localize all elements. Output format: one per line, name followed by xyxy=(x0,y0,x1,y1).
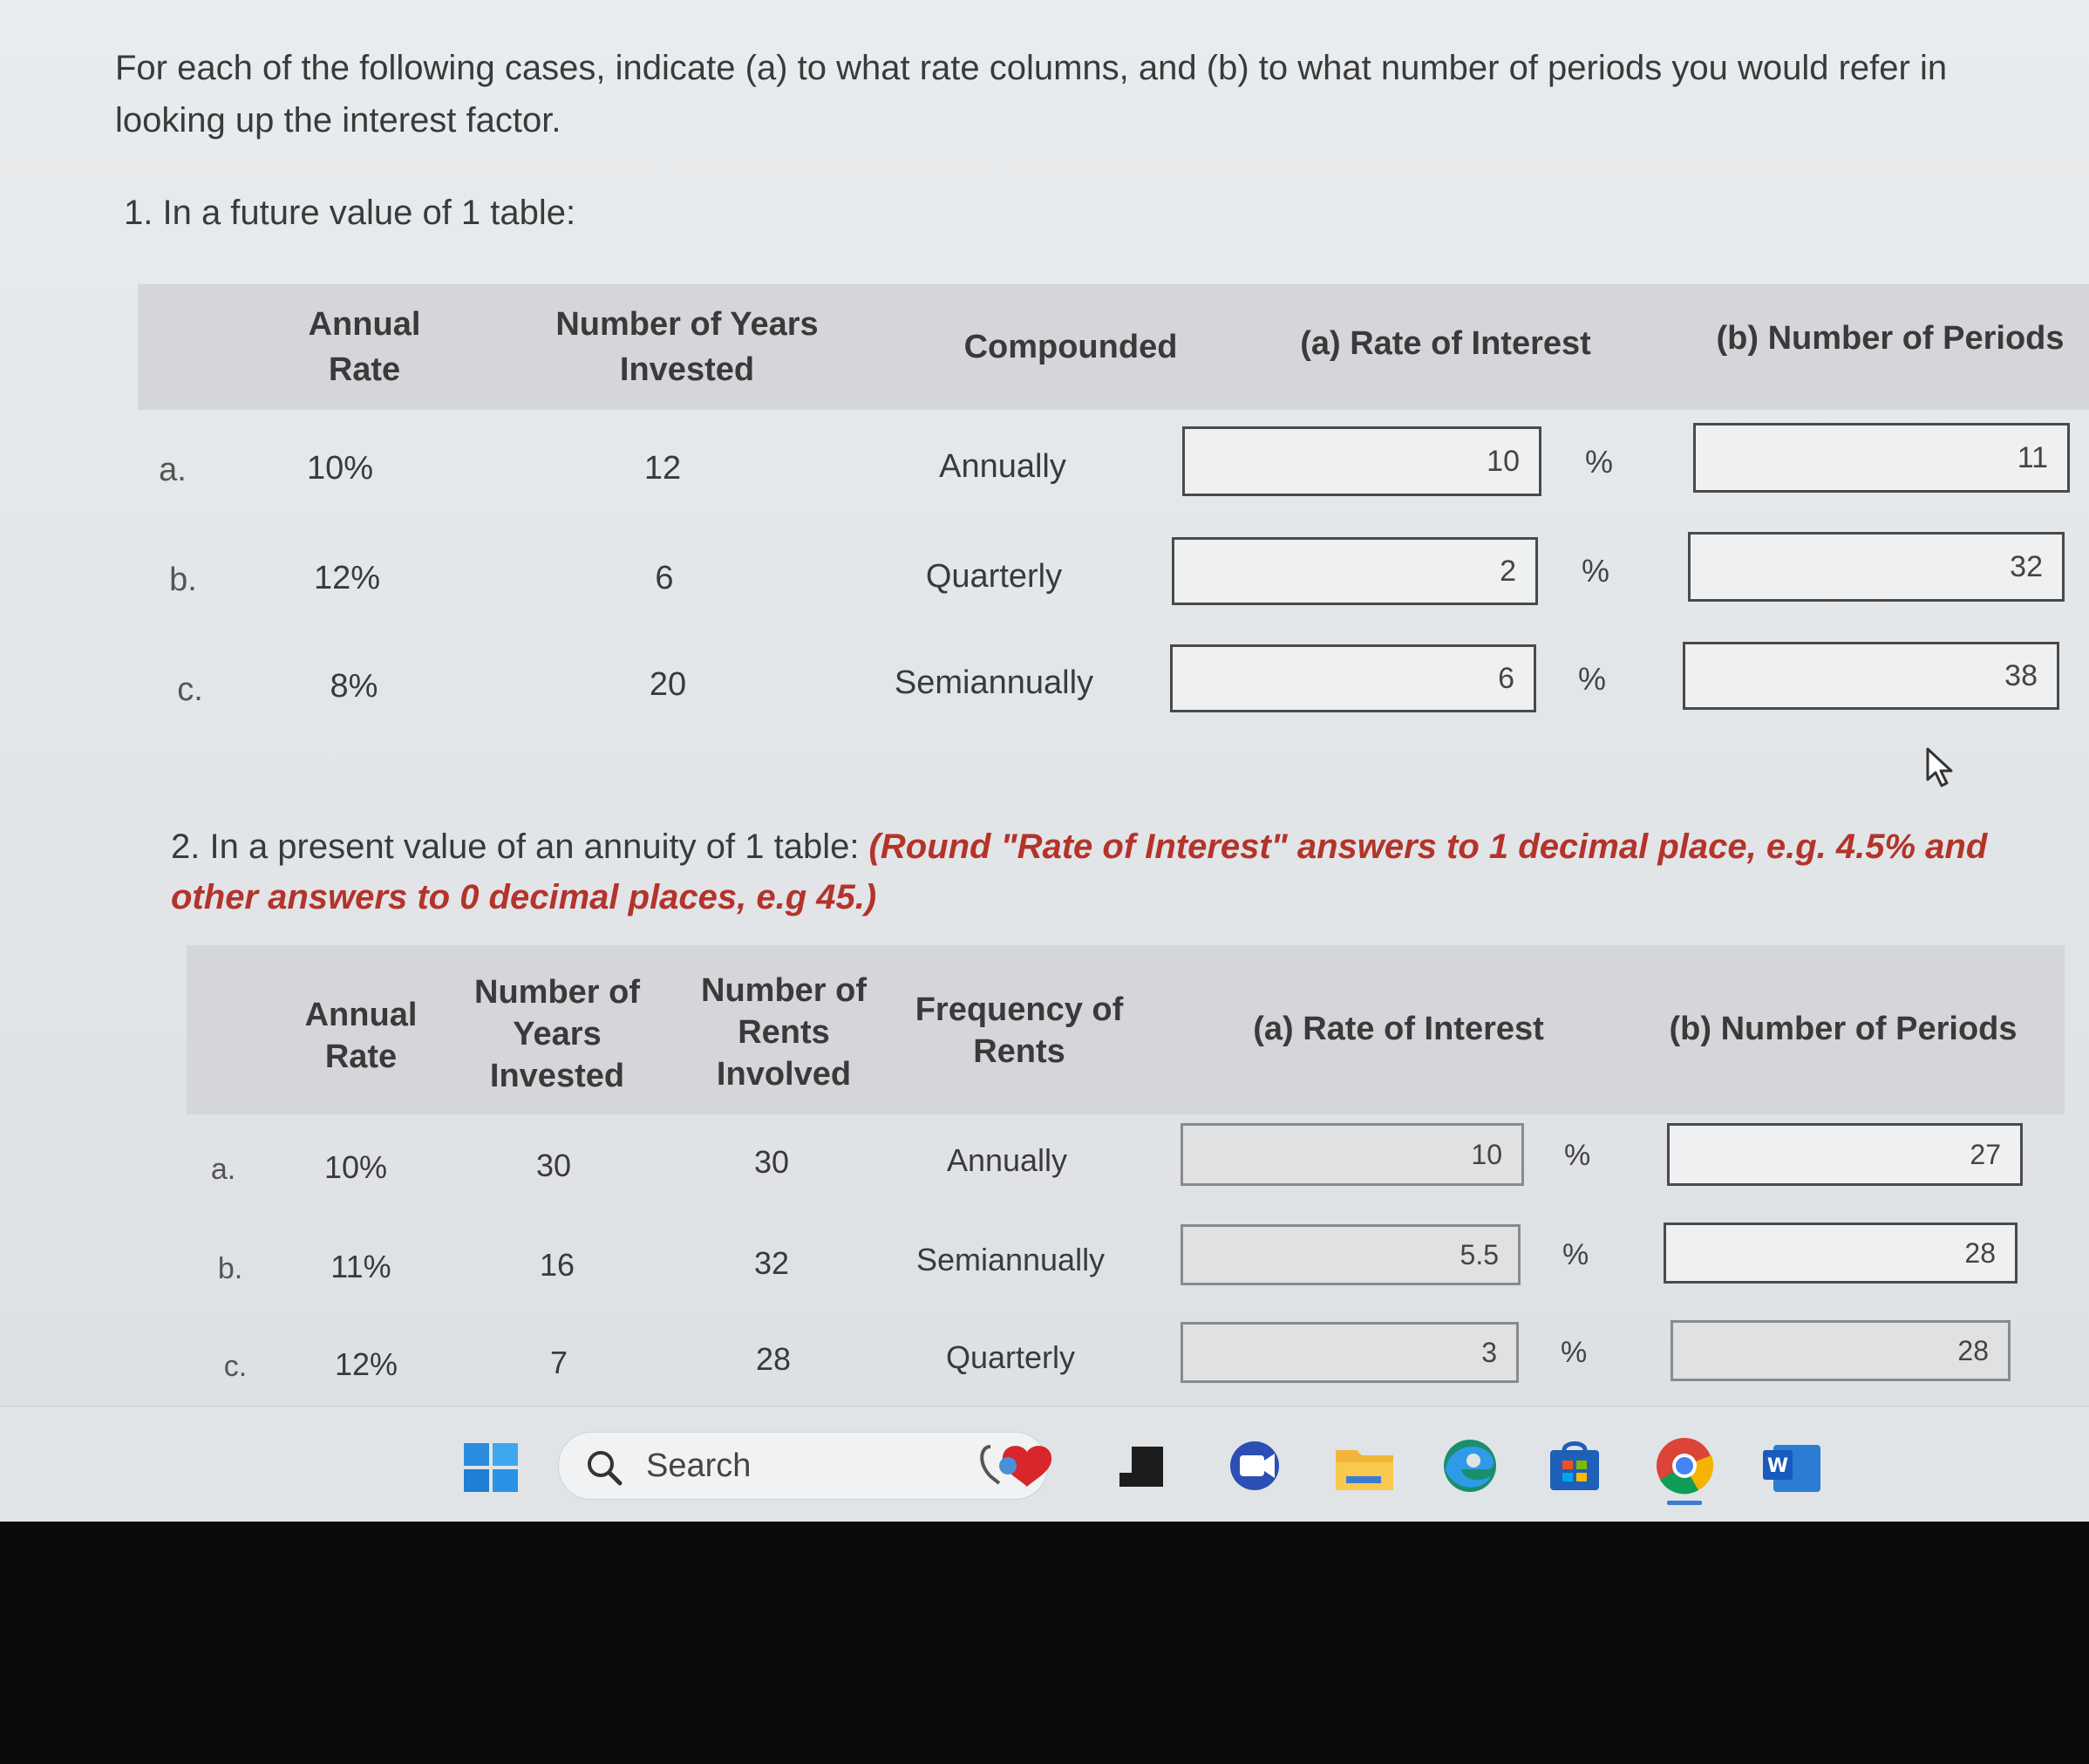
part2-title-text: 2. In a present value of an annuity of 1… xyxy=(171,828,869,866)
part1-table-header: Annual Rate Number of Years Invested Com… xyxy=(138,284,2089,410)
mouse-cursor-icon xyxy=(1926,747,1953,787)
header-annual-rate-line2: Rate xyxy=(328,351,401,388)
header2-years-line1: Number of xyxy=(474,974,640,1011)
number-of-periods2-input-c[interactable]: 28 xyxy=(1671,1320,2011,1381)
edge-icon[interactable] xyxy=(1439,1436,1501,1495)
store-icon[interactable] xyxy=(1547,1441,1602,1494)
percent-sign-b: % xyxy=(1582,553,1610,589)
header2-annual-rate-line2: Rate xyxy=(324,1039,398,1075)
screen: For each of the following cases, indicat… xyxy=(0,0,2089,1522)
header2-frequency-line1: Frequency of xyxy=(915,991,1124,1028)
rents2-c: 28 xyxy=(755,1341,792,1377)
percent-sign-a: % xyxy=(1585,444,1614,480)
search-label: Search xyxy=(646,1447,752,1484)
header-annual-rate: Annual Rate xyxy=(242,302,487,392)
compounded-c: Semiannually xyxy=(894,664,1094,701)
part2-title: 2. In a present value of an annuity of 1… xyxy=(171,821,2072,923)
frequency2-a: Annually xyxy=(946,1142,1068,1178)
years-a: 12 xyxy=(643,450,682,487)
years2-c: 7 xyxy=(549,1345,568,1380)
number-of-periods-input-c[interactable]: 38 xyxy=(1683,642,2059,710)
row2-label-c: c. xyxy=(223,1350,248,1383)
terminal-icon[interactable] xyxy=(1118,1445,1165,1488)
percent-sign2-a: % xyxy=(1564,1139,1591,1172)
rate-of-interest-input-c[interactable]: 6 xyxy=(1170,644,1536,712)
annual-rate2-b: 11% xyxy=(330,1249,391,1284)
header2-rents-line3: Involved xyxy=(716,1056,852,1093)
header-years-line2: Invested xyxy=(619,351,755,388)
instructions-text: For each of the following cases, indicat… xyxy=(115,49,1948,140)
annual-rate2-a: 10% xyxy=(323,1149,388,1185)
annual-rate-b: 12% xyxy=(313,560,381,596)
part1-title: 1. In a future value of 1 table: xyxy=(124,194,576,232)
header2-years: Number of Years Invested xyxy=(448,971,666,1097)
header-number-of-periods: (b) Number of Periods xyxy=(1716,320,2065,357)
header2-rents-line2: Rents xyxy=(738,1014,830,1051)
widgets-icon[interactable] xyxy=(973,1438,1069,1494)
chrome-icon[interactable] xyxy=(1653,1436,1716,1508)
search-icon xyxy=(588,1451,623,1486)
word-icon[interactable]: W xyxy=(1761,1441,1822,1495)
rents2-a: 30 xyxy=(753,1144,790,1180)
header2-annual-rate-line1: Annual xyxy=(304,997,418,1033)
years-b: 6 xyxy=(655,560,674,596)
years2-b: 16 xyxy=(539,1247,575,1283)
compounded-b: Quarterly xyxy=(925,558,1063,595)
windows-start-icon[interactable] xyxy=(462,1441,520,1494)
row-label-c: c. xyxy=(177,671,203,708)
taskbar: Search W xyxy=(0,1406,2089,1522)
header-rate-of-interest: (a) Rate of Interest xyxy=(1300,325,1591,362)
header-years-line1: Number of Years xyxy=(555,306,819,343)
frequency2-b: Semiannually xyxy=(915,1242,1106,1277)
rate-of-interest2-input-c[interactable]: 3 xyxy=(1181,1322,1519,1383)
row-label-a: a. xyxy=(159,452,187,488)
row2-label-a: a. xyxy=(210,1153,236,1186)
teams-icon[interactable] xyxy=(1224,1440,1285,1492)
row2-label-b: b. xyxy=(217,1252,243,1285)
header2-rate-of-interest: (a) Rate of Interest xyxy=(1253,1011,1544,1047)
header2-rents-line1: Number of xyxy=(701,972,867,1009)
percent-sign-c: % xyxy=(1578,661,1607,697)
number-of-periods2-input-b[interactable]: 28 xyxy=(1664,1223,2018,1284)
header-compounded: Compounded xyxy=(963,329,1178,365)
file-explorer-icon[interactable] xyxy=(1334,1441,1395,1492)
annual-rate-c: 8% xyxy=(330,668,378,705)
svg-text:W: W xyxy=(1767,1455,1788,1477)
rents2-b: 32 xyxy=(753,1245,790,1281)
number-of-periods-input-b[interactable]: 32 xyxy=(1688,532,2065,602)
rate-of-interest2-input-b[interactable]: 5.5 xyxy=(1181,1224,1521,1285)
years-c: 20 xyxy=(649,666,687,703)
annual-rate-a: 10% xyxy=(306,450,374,487)
annual-rate2-c: 12% xyxy=(334,1346,398,1382)
header2-years-line3: Invested xyxy=(489,1058,625,1094)
number-of-periods-input-a[interactable]: 11 xyxy=(1693,423,2070,493)
frequency2-c: Quarterly xyxy=(945,1339,1076,1375)
years2-a: 30 xyxy=(535,1148,572,1183)
compounded-a: Annually xyxy=(939,448,1066,485)
header2-annual-rate: Annual Rate xyxy=(256,994,466,1078)
number-of-periods2-input-a[interactable]: 27 xyxy=(1667,1123,2023,1186)
rate-of-interest-input-b[interactable]: 2 xyxy=(1172,537,1538,605)
header-annual-rate-line1: Annual xyxy=(308,306,421,343)
header2-years-line2: Years xyxy=(513,1016,602,1052)
header2-number-of-periods: (b) Number of Periods xyxy=(1669,1011,2018,1047)
percent-sign2-b: % xyxy=(1562,1238,1589,1271)
header-years: Number of Years Invested xyxy=(504,302,870,392)
header2-frequency-line2: Rents xyxy=(973,1033,1065,1070)
rate-of-interest-input-a[interactable]: 10 xyxy=(1182,426,1541,496)
rate-of-interest2-input-a[interactable]: 10 xyxy=(1181,1123,1524,1186)
header2-frequency: Frequency of Rents xyxy=(893,989,1146,1073)
header2-rents: Number of Rents Involved xyxy=(675,970,893,1095)
percent-sign2-c: % xyxy=(1561,1336,1588,1369)
part2-table-header: Annual Rate Number of Years Invested Num… xyxy=(187,945,2065,1114)
row-label-b: b. xyxy=(169,562,197,598)
